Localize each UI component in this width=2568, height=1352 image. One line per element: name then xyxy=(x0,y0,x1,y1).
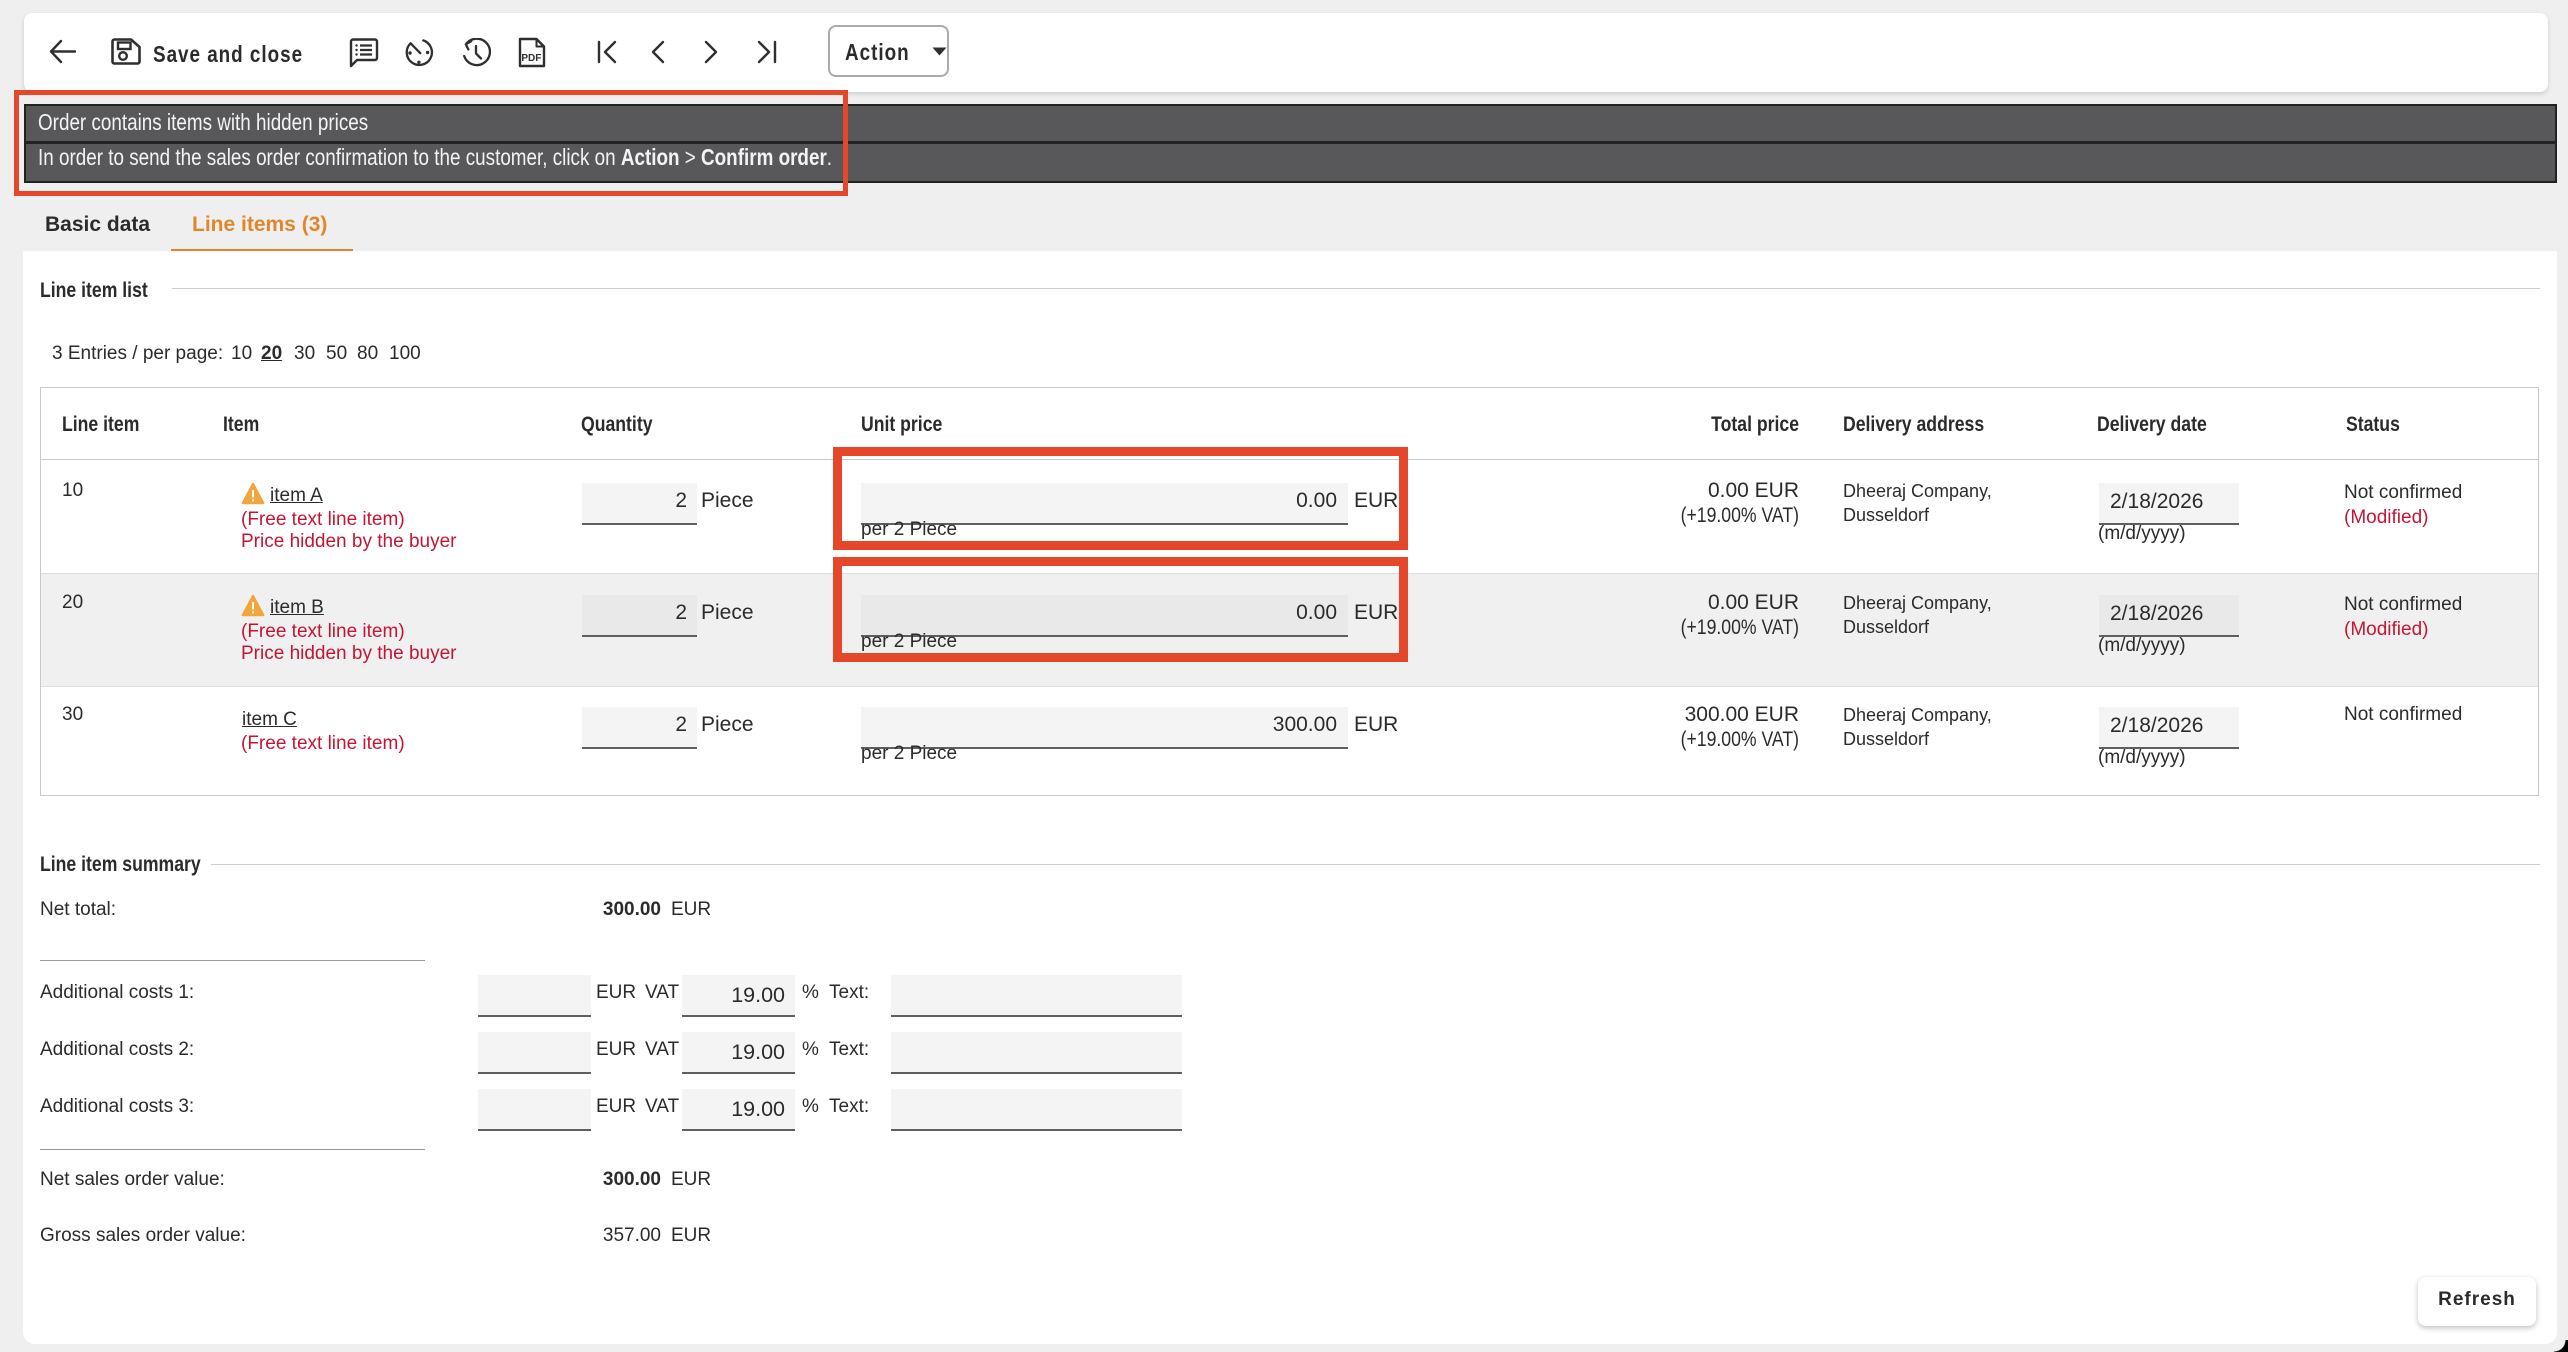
svg-text:PDF: PDF xyxy=(521,53,541,64)
